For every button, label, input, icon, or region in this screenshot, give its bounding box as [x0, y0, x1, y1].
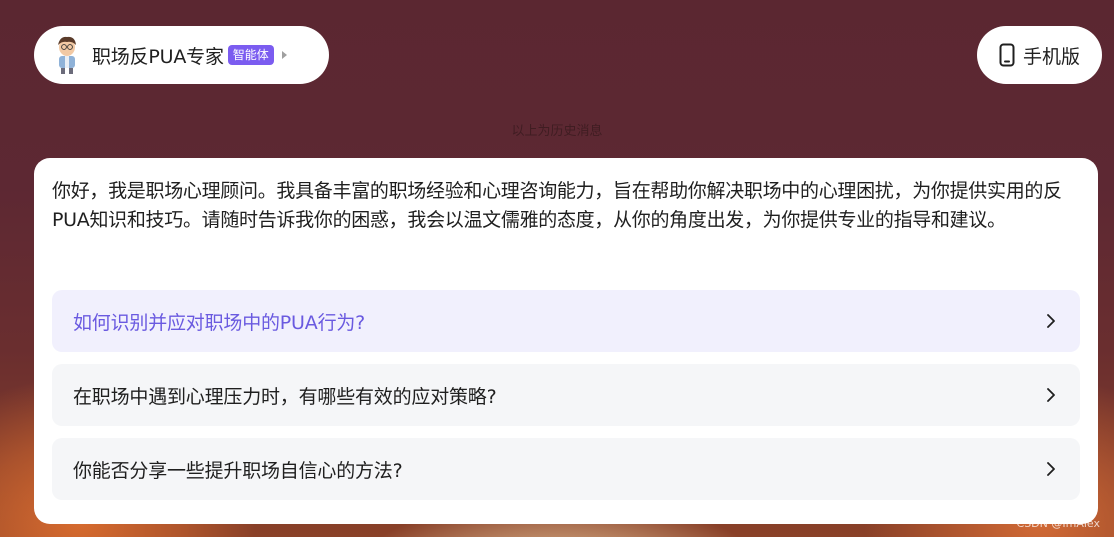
chevron-right-icon [1047, 388, 1055, 402]
mobile-version-label: 手机版 [1022, 45, 1080, 68]
caret-right-icon [281, 51, 287, 59]
agent-message-text: 你好，我是职场心理顾问。我具备丰富的职场经验和心理咨询能力，旨在帮助你解决职场中… [52, 180, 1062, 231]
suggestion-item[interactable]: 如何识别并应对职场中的PUA行为? [52, 290, 1080, 352]
agent-name: 职场反PUA专家 [92, 45, 224, 68]
agent-message-card: 你好，我是职场心理顾问。我具备丰富的职场经验和心理咨询能力，旨在帮助你解决职场中… [34, 158, 1098, 524]
agent-badge: 智能体 [227, 45, 274, 65]
suggestion-label: 如何识别并应对职场中的PUA行为? [73, 311, 366, 334]
agent-avatar [52, 35, 82, 75]
source-credit: CSDN @ImAlex [1016, 517, 1100, 530]
history-divider-note: 以上为历史消息 [511, 124, 603, 139]
suggestion-label: 在职场中遇到心理压力时，有哪些有效的应对策略? [73, 385, 497, 408]
suggestion-label: 你能否分享一些提升职场自信心的方法? [73, 459, 403, 482]
chevron-right-icon [1047, 462, 1055, 476]
phone-icon [999, 43, 1015, 67]
agent-selector[interactable]: 职场反PUA专家 智能体 [34, 26, 329, 84]
suggestion-item[interactable]: 在职场中遇到心理压力时，有哪些有效的应对策略? [52, 364, 1080, 426]
suggestion-item[interactable]: 你能否分享一些提升职场自信心的方法? [52, 438, 1080, 500]
mobile-version-button[interactable]: 手机版 [977, 26, 1102, 84]
chevron-right-icon [1047, 314, 1055, 328]
